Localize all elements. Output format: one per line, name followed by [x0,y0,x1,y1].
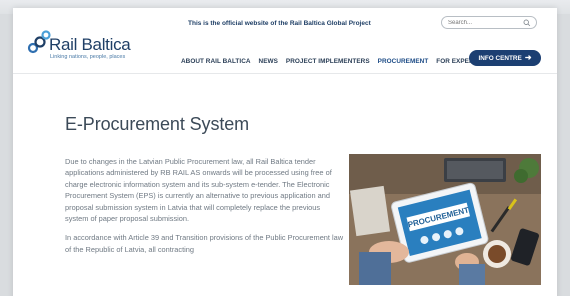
site-header: Rail Baltica Linking nations, people, pl… [13,8,557,74]
nav-item-news[interactable]: NEWS [259,58,278,65]
search-icon[interactable] [523,19,531,27]
nav-item-project-implementers[interactable]: PROJECT IMPLEMENTERS [286,58,370,65]
info-centre-button[interactable]: INFO CENTRE ➜ [469,50,541,66]
main-nav: ABOUT RAIL BALTICA NEWS PROJECT IMPLEMEN… [181,55,482,67]
web-page: Rail Baltica Linking nations, people, pl… [13,8,557,296]
procurement-illustration: PROCUREMENT [349,154,541,285]
logo-name: Rail Baltica [49,35,131,54]
intro-paragraph-1: Due to changes in the Latvian Public Pro… [65,157,332,224]
search-input[interactable] [448,18,518,28]
logo-tagline: Linking nations, people, places [50,54,126,60]
intro-paragraph-2: In accordance with Article 39 and Transi… [65,233,344,254]
arrow-right-icon: ➜ [524,53,532,62]
nav-item-about[interactable]: ABOUT RAIL BALTICA [181,58,251,65]
rail-baltica-logo[interactable]: Rail Baltica Linking nations, people, pl… [27,28,167,64]
search-box [441,16,537,29]
procurement-photo: PROCUREMENT [349,154,541,285]
official-site-notice: This is the official website of the Rail… [188,20,371,27]
intro-text: Due to changes in the Latvian Public Pro… [65,156,345,263]
page-title: E-Procurement System [65,114,250,134]
info-centre-label: INFO CENTRE [478,54,522,62]
nav-item-procurement[interactable]: PROCUREMENT [378,58,429,65]
